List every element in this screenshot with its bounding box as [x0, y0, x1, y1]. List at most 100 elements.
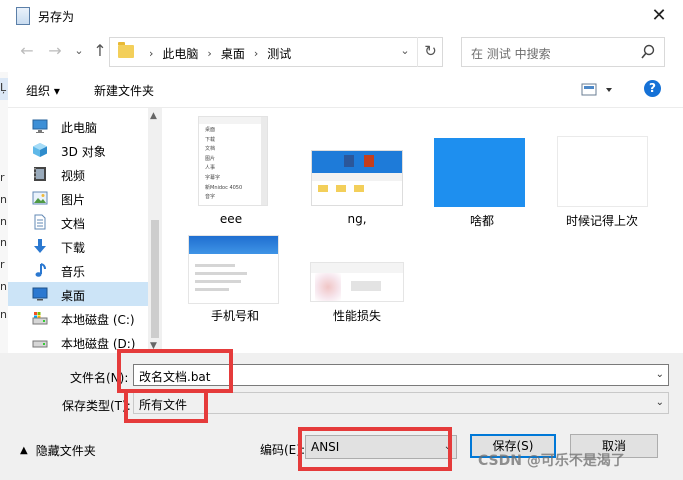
chevron-down-icon[interactable]: ⌄ — [444, 441, 452, 452]
encoding-label: 编码(E): — [260, 443, 305, 457]
file-item[interactable]: 时候记得上次 — [547, 114, 657, 228]
up-button[interactable]: ↑ — [91, 40, 109, 62]
file-item[interactable]: ng, — [302, 114, 412, 226]
filename-label: 文件名(N): — [70, 371, 129, 385]
nav-item-videos[interactable]: 视频 — [8, 162, 148, 186]
video-icon — [34, 167, 46, 181]
nav-item-this-pc[interactable]: 此电脑 — [8, 114, 148, 138]
thumbnail-line: 桌面 — [205, 127, 216, 133]
thumbnail-line — [195, 280, 241, 283]
drive-c-icon — [32, 312, 48, 325]
navigation-pane: 此电脑 3D 对象 视频 图片 文档 下载 音乐 桌面 本地磁盘 (C:) 本地… — [8, 108, 148, 353]
thumbnail-line — [195, 264, 235, 267]
refresh-button[interactable]: ↻ — [417, 37, 443, 67]
documents-icon — [34, 214, 46, 230]
back-button[interactable]: ← — [18, 40, 36, 62]
nav-item-drive-c[interactable]: 本地磁盘 (C:) — [8, 306, 148, 330]
filename-input[interactable]: 改名文档.bat ⌄ — [133, 364, 669, 386]
breadcrumb-test[interactable]: 测试 — [267, 45, 291, 62]
search-icon — [641, 44, 655, 59]
file-thumbnail — [557, 136, 648, 207]
folder-icon — [118, 42, 134, 58]
thumbnail-line — [195, 288, 229, 291]
file-item[interactable]: 手机号和 — [180, 230, 290, 330]
nav-item-3d-objects[interactable]: 3D 对象 — [8, 138, 148, 162]
nav-item-drive-d[interactable]: 本地磁盘 (D:) — [8, 330, 148, 353]
encoding-value: ANSI — [311, 440, 340, 454]
computer-icon — [32, 119, 48, 133]
file-item[interactable]: 桌面 下载 文档 图片 人事 字幕字 新Mnidoc 4050 音字 eee — [176, 114, 286, 226]
thumbnail-line: 字幕字 — [205, 174, 221, 181]
search-input[interactable]: 在 测试 中搜索 — [461, 37, 665, 67]
address-field[interactable]: › 此电脑 › 桌面 › 测试 ⌄ — [109, 37, 443, 67]
file-name: 手机号和 — [210, 309, 259, 323]
recent-locations-button[interactable]: ⌄ — [70, 40, 88, 62]
thumbnail-header — [189, 236, 278, 254]
3d-objects-icon — [33, 143, 47, 157]
file-thumbnail — [434, 138, 525, 207]
file-name: 性能损失 — [332, 309, 381, 323]
organize-button[interactable]: 组织 ▾ — [26, 82, 60, 99]
window-title: 另存为 — [38, 10, 75, 24]
file-thumbnail — [188, 235, 279, 304]
scroll-up-icon[interactable]: ▲ — [150, 111, 157, 121]
thumbnail-blur — [351, 281, 381, 291]
nav-label: 本地磁盘 (C:) — [61, 313, 135, 327]
nav-label: 本地磁盘 (D:) — [61, 337, 136, 351]
scroll-down-icon[interactable]: ▼ — [150, 341, 157, 351]
thumbnail-line: 人事 — [205, 165, 216, 172]
address-dropdown-button[interactable]: ⌄ — [396, 44, 414, 57]
nav-item-desktop[interactable]: 桌面 — [8, 282, 148, 306]
thumbnail-tabbar — [311, 263, 403, 273]
nav-item-documents[interactable]: 文档 — [8, 210, 148, 234]
nav-item-music[interactable]: 音乐 — [8, 258, 148, 282]
chevron-down-icon[interactable]: ⌄ — [656, 369, 664, 380]
thumbnail-line — [195, 272, 247, 275]
help-icon[interactable]: ? — [644, 80, 661, 97]
music-icon — [35, 263, 46, 277]
scrollbar-thumb[interactable] — [151, 220, 159, 338]
nav-label: 3D 对象 — [61, 145, 106, 159]
view-options-icon[interactable] — [581, 81, 617, 99]
file-thumbnail: 桌面 下载 文档 图片 人事 字幕字 新Mnidoc 4050 音字 — [198, 116, 268, 206]
breadcrumb-this-pc[interactable]: 此电脑 — [162, 45, 198, 62]
filetype-label: 保存类型(T): — [62, 399, 131, 413]
background-text: r — [0, 258, 5, 271]
thumbnail-toolbar — [312, 173, 402, 181]
nav-item-downloads[interactable]: 下载 — [8, 234, 148, 258]
thumbnail-folder — [336, 185, 346, 192]
ppt-icon — [364, 155, 374, 167]
navigation-scrollbar[interactable]: ▲ ▼ — [148, 108, 162, 353]
thumbnail-line: 图片 — [205, 155, 216, 162]
nav-label: 下载 — [61, 241, 86, 255]
background-text: n — [0, 236, 7, 249]
thumbnail-folder — [354, 185, 364, 192]
title-bar: 另存为 ✕ — [0, 0, 683, 32]
background-text: n — [0, 193, 7, 206]
thumbnail-line: 下载 — [205, 136, 216, 143]
file-thumbnail — [311, 150, 403, 206]
chevron-down-icon[interactable]: ⌄ — [656, 397, 664, 408]
search-placeholder: 在 测试 中搜索 — [471, 47, 551, 61]
filetype-select[interactable]: 所有文件 ⌄ — [133, 392, 669, 414]
file-item[interactable]: 性能损失 — [302, 230, 412, 330]
nav-label: 音乐 — [61, 265, 86, 279]
file-item[interactable]: 啥都 — [427, 114, 537, 228]
breadcrumb-desktop[interactable]: 桌面 — [221, 45, 245, 62]
nav-item-pictures[interactable]: 图片 — [8, 186, 148, 210]
file-thumbnail — [310, 262, 404, 302]
hide-folders-button[interactable]: ▲ 隐藏文件夹 — [20, 442, 96, 459]
notepad-icon — [16, 7, 30, 25]
forward-button[interactable]: → — [46, 40, 64, 62]
breadcrumb-separator: › — [253, 47, 259, 60]
nav-label: 此电脑 — [61, 121, 98, 135]
new-folder-button[interactable]: 新建文件夹 — [94, 82, 154, 99]
encoding-select[interactable]: ANSI ⌄ — [305, 435, 457, 459]
drive-d-icon — [32, 340, 48, 348]
file-name: 时候记得上次 — [565, 214, 638, 228]
background-text: n — [0, 280, 7, 293]
background-text: r — [0, 171, 5, 184]
thumbnail-line: 新Mnidoc 4050 — [205, 184, 243, 191]
close-button[interactable]: ✕ — [649, 5, 669, 27]
command-bar: 组织 ▾ 新建文件夹 ? — [0, 72, 683, 108]
